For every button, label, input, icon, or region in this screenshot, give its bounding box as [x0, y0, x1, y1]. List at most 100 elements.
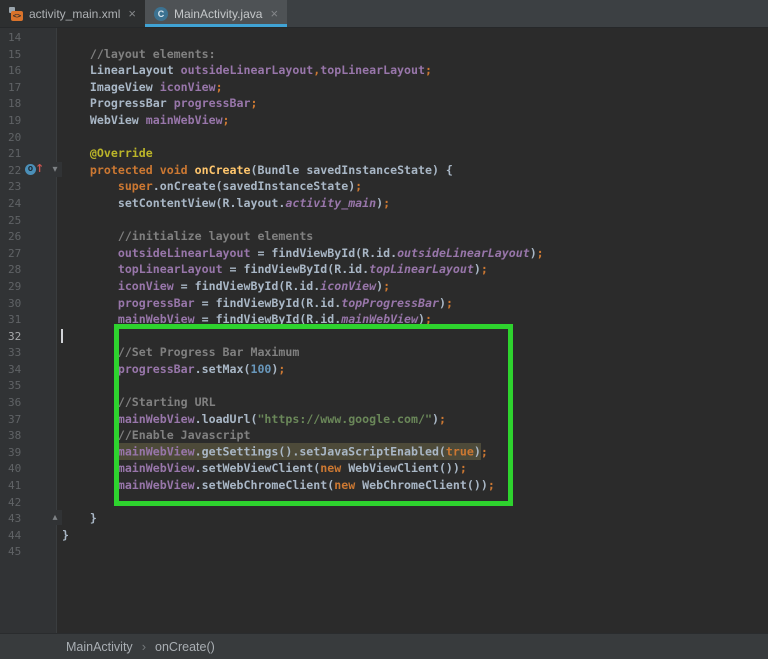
line-number[interactable]: 32: [8, 329, 30, 344]
line-number[interactable]: 24: [8, 196, 30, 211]
line-number[interactable]: 41: [8, 478, 30, 493]
code-line[interactable]: 30 progressBar = findViewById(R.id.topPr…: [0, 295, 768, 312]
code-text[interactable]: protected void onCreate(Bundle savedInst…: [62, 162, 453, 179]
line-number[interactable]: 31: [8, 312, 30, 327]
code-line[interactable]: 27 outsideLinearLayout = findViewById(R.…: [0, 245, 768, 262]
code-line[interactable]: 28 topLinearLayout = findViewById(R.id.t…: [0, 261, 768, 278]
code-line[interactable]: 23 super.onCreate(savedInstanceState);: [0, 178, 768, 195]
code-line[interactable]: 16 LinearLayout outsideLinearLayout,topL…: [0, 62, 768, 79]
line-number[interactable]: 18: [8, 96, 30, 111]
android-layout-xml-icon: <>: [9, 6, 23, 21]
line-number[interactable]: 23: [8, 179, 30, 194]
code-line[interactable]: 19 WebView mainWebView;: [0, 112, 768, 129]
line-number[interactable]: 29: [8, 279, 30, 294]
code-line[interactable]: 14: [0, 29, 768, 46]
code-line[interactable]: 25: [0, 212, 768, 229]
code-line[interactable]: 21 @Override: [0, 145, 768, 162]
code-text[interactable]: mainWebView = findViewById(R.id.mainWebV…: [62, 311, 432, 328]
breadcrumb-method[interactable]: onCreate(): [155, 640, 215, 654]
code-text[interactable]: ProgressBar progressBar;: [62, 95, 258, 112]
code-line[interactable]: 35: [0, 377, 768, 394]
tab-mainactivity-java[interactable]: C MainActivity.java ×: [144, 0, 288, 27]
line-number[interactable]: 35: [8, 378, 30, 393]
code-editor[interactable]: 14 15 //layout elements: 16 LinearLayout o…: [0, 28, 768, 633]
line-number[interactable]: 45: [8, 544, 30, 559]
close-tab-icon[interactable]: ×: [128, 7, 136, 20]
code-line[interactable]: 20: [0, 129, 768, 146]
line-number[interactable]: 21: [8, 146, 30, 161]
line-number[interactable]: 34: [8, 362, 30, 377]
line-number[interactable]: 25: [8, 213, 30, 228]
code-text[interactable]: setContentView(R.layout.activity_main);: [62, 195, 390, 212]
line-number[interactable]: 27: [8, 246, 30, 261]
code-text[interactable]: //initialize layout elements: [62, 228, 313, 245]
code-text[interactable]: outsideLinearLayout = findViewById(R.id.…: [62, 245, 544, 262]
code-text[interactable]: progressBar = findViewById(R.id.topProgr…: [62, 295, 453, 312]
code-text[interactable]: iconView = findViewById(R.id.iconView);: [62, 278, 390, 295]
line-number[interactable]: 39: [8, 445, 30, 460]
code-line[interactable]: 24 setContentView(R.layout.activity_main…: [0, 195, 768, 212]
override-arrow-icon: ↑: [35, 161, 45, 175]
code-text[interactable]: LinearLayout outsideLinearLayout,topLine…: [62, 62, 432, 79]
line-number[interactable]: 17: [8, 80, 30, 95]
code-line[interactable]: 31 mainWebView = findViewById(R.id.mainW…: [0, 311, 768, 328]
code-text[interactable]: //layout elements:: [62, 46, 216, 63]
code-line[interactable]: 36 //Starting URL: [0, 394, 768, 411]
code-line[interactable]: 26 //initialize layout elements: [0, 228, 768, 245]
close-tab-icon[interactable]: ×: [270, 7, 278, 20]
code-line[interactable]: 45: [0, 543, 768, 560]
code-line[interactable]: 42: [0, 494, 768, 511]
tab-activity-main-xml[interactable]: <> activity_main.xml ×: [0, 0, 145, 27]
code-text[interactable]: //Starting URL: [62, 394, 216, 411]
code-text[interactable]: mainWebView.loadUrl("https://www.google.…: [62, 411, 446, 428]
line-number[interactable]: 43: [8, 511, 30, 526]
fold-region-start-icon[interactable]: ▾: [48, 161, 62, 177]
code-text[interactable]: mainWebView.getSettings().setJavaScriptE…: [62, 443, 488, 461]
breadcrumb-class[interactable]: MainActivity: [66, 640, 133, 654]
code-text[interactable]: WebView mainWebView;: [62, 112, 230, 129]
line-number[interactable]: 14: [8, 30, 30, 45]
line-number[interactable]: 36: [8, 395, 30, 410]
code-text[interactable]: mainWebView.setWebViewClient(new WebView…: [62, 460, 467, 477]
code-text[interactable]: //Enable Javascript: [62, 427, 251, 444]
code-line[interactable]: 15 //layout elements:: [0, 46, 768, 63]
code-text[interactable]: topLinearLayout = findViewById(R.id.topL…: [62, 261, 488, 278]
code-line[interactable]: 38 //Enable Javascript: [0, 427, 768, 444]
line-number[interactable]: 44: [8, 528, 30, 543]
code-line[interactable]: 43 ▴ }: [0, 510, 768, 527]
line-number[interactable]: 40: [8, 461, 30, 476]
line-number[interactable]: 20: [8, 130, 30, 145]
code-text[interactable]: super.onCreate(savedInstanceState);: [62, 178, 362, 195]
code-line[interactable]: 40 mainWebView.setWebViewClient(new WebV…: [0, 460, 768, 477]
code-line[interactable]: 37 mainWebView.loadUrl("https://www.goog…: [0, 411, 768, 428]
line-number[interactable]: 42: [8, 495, 30, 510]
code-text[interactable]: @Override: [62, 145, 153, 162]
code-line[interactable]: 32: [0, 328, 768, 345]
code-text[interactable]: ImageView iconView;: [62, 79, 223, 96]
code-line[interactable]: 34 progressBar.setMax(100);: [0, 361, 768, 378]
line-number[interactable]: 30: [8, 296, 30, 311]
tab-label: MainActivity.java: [173, 6, 263, 21]
code-line[interactable]: 33 //Set Progress Bar Maximum: [0, 344, 768, 361]
code-line[interactable]: 44}: [0, 527, 768, 544]
code-text[interactable]: //Set Progress Bar Maximum: [62, 344, 299, 361]
code-line[interactable]: 17 ImageView iconView;: [0, 79, 768, 96]
line-number[interactable]: 38: [8, 428, 30, 443]
code-line[interactable]: 22 o ↑ ▾ protected void onCreate(Bundle sav…: [0, 161, 768, 179]
line-number[interactable]: 28: [8, 262, 30, 277]
code-line[interactable]: 41 mainWebView.setWebChromeClient(new We…: [0, 477, 768, 494]
line-number[interactable]: 33: [8, 345, 30, 360]
code-line[interactable]: 18 ProgressBar progressBar;: [0, 95, 768, 112]
code-text[interactable]: progressBar.setMax(100);: [62, 361, 286, 378]
code-line[interactable]: 29 iconView = findViewById(R.id.iconView…: [0, 278, 768, 295]
line-number[interactable]: 16: [8, 63, 30, 78]
fold-region-end-icon[interactable]: ▴: [48, 510, 62, 526]
code-text[interactable]: mainWebView.setWebChromeClient(new WebCh…: [62, 477, 495, 494]
code-text[interactable]: }: [62, 510, 97, 527]
line-number[interactable]: 37: [8, 412, 30, 427]
code-line[interactable]: 39 mainWebView.getSettings().setJavaScri…: [0, 443, 768, 461]
line-number[interactable]: 19: [8, 113, 30, 128]
code-text[interactable]: }: [62, 527, 69, 544]
line-number[interactable]: 15: [8, 47, 30, 62]
line-number[interactable]: 26: [8, 229, 30, 244]
